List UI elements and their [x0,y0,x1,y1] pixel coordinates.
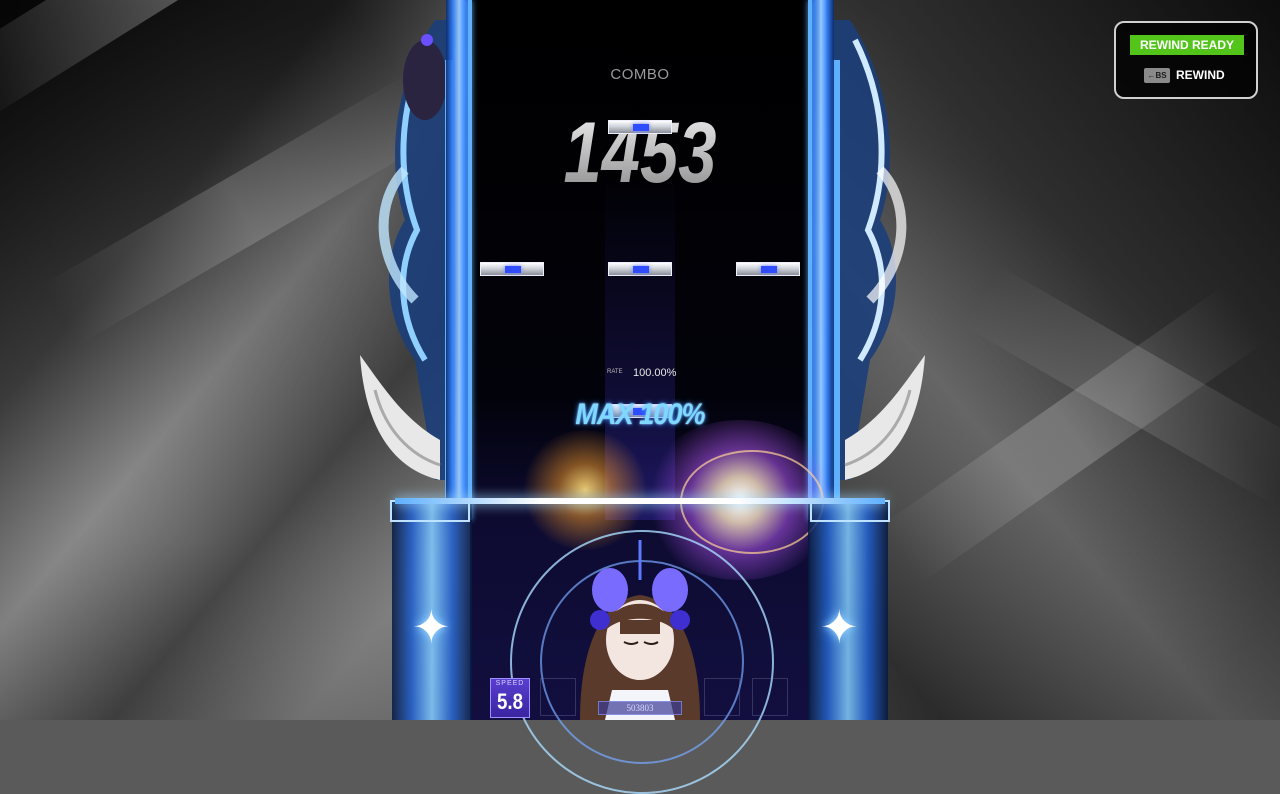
left-wing-ornament [355,350,445,490]
combo-label: COMBO [590,66,690,83]
judgement-text: MAX 100% [555,398,726,432]
speed-value: 5.8 [494,689,526,715]
score-value: 503803 [599,703,681,713]
rewind-ready-badge: REWIND READY [1130,35,1244,55]
rate-display: RATE 100.00% [600,366,690,382]
sparkle-icon: ✦ [820,604,859,650]
rewind-label: REWIND [1176,68,1225,83]
lane-indicator-slot [704,678,740,716]
note [480,262,544,276]
rate-value: 100.00% [633,367,676,379]
rate-label: RATE [607,369,623,375]
judgement-line [395,498,885,504]
score-display: 503803 [598,701,682,715]
speed-indicator: SPEED 5.8 [490,678,530,718]
backspace-key-icon: ←BS [1144,68,1170,83]
sparkle-icon: ✦ [412,604,451,650]
right-wing-ornament [840,350,930,490]
speed-label: SPEED [491,680,529,687]
note [608,120,672,134]
note [736,262,800,276]
rewind-panel: REWIND READY ←BS REWIND [1114,21,1258,99]
lane-indicator-slot [540,678,576,716]
left-lane-edge [468,0,472,520]
lane-indicator-slot [752,678,788,716]
note [608,262,672,276]
